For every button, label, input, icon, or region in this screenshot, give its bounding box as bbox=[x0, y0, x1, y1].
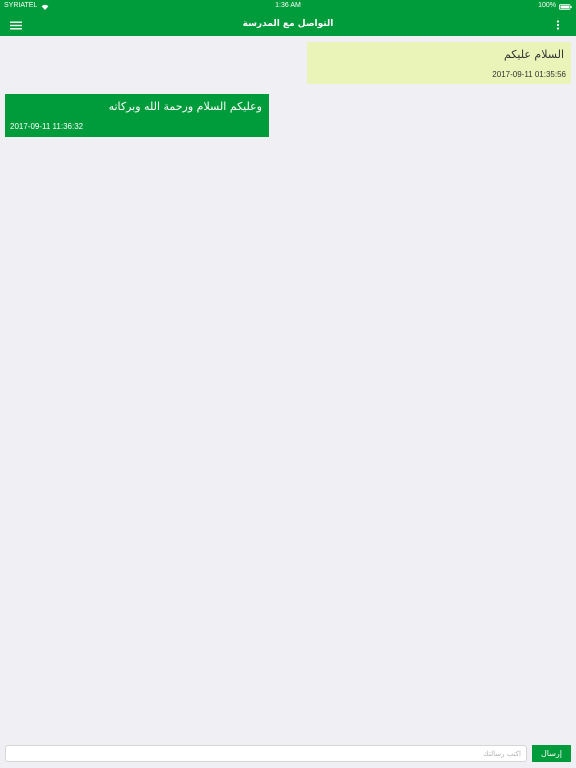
status-bar: SYRIATEL 1:36 AM 100% bbox=[0, 0, 576, 12]
message-composer: إرسال bbox=[0, 739, 576, 768]
message-timestamp: 2017-09-11 11:36:32 bbox=[10, 122, 84, 131]
message-text: وعليكم السلام ورحمة الله وبركاته bbox=[108, 100, 262, 113]
page-title: التواصل مع المدرسة bbox=[242, 19, 334, 29]
battery-icon bbox=[559, 3, 572, 10]
message-bubble-sent[interactable]: السلام عليكم 2017-09-11 01:35:56 bbox=[307, 42, 571, 84]
send-button[interactable]: إرسال bbox=[532, 745, 571, 762]
message-text: السلام عليكم bbox=[503, 48, 564, 61]
status-time: 1:36 AM bbox=[275, 2, 301, 9]
message-input[interactable] bbox=[5, 745, 527, 762]
message-timestamp: 2017-09-11 01:35:56 bbox=[492, 70, 566, 79]
nav-bar: التواصل مع المدرسة bbox=[0, 12, 576, 36]
battery-info: 100% bbox=[538, 0, 572, 12]
battery-percent: 100% bbox=[538, 2, 556, 9]
message-bubble-received[interactable]: وعليكم السلام ورحمة الله وبركاته 2017-09… bbox=[5, 94, 269, 137]
more-vertical-icon bbox=[556, 15, 560, 34]
more-options-button[interactable] bbox=[550, 16, 566, 32]
chat-area[interactable]: السلام عليكم 2017-09-11 01:35:56 وعليكم … bbox=[0, 36, 576, 739]
